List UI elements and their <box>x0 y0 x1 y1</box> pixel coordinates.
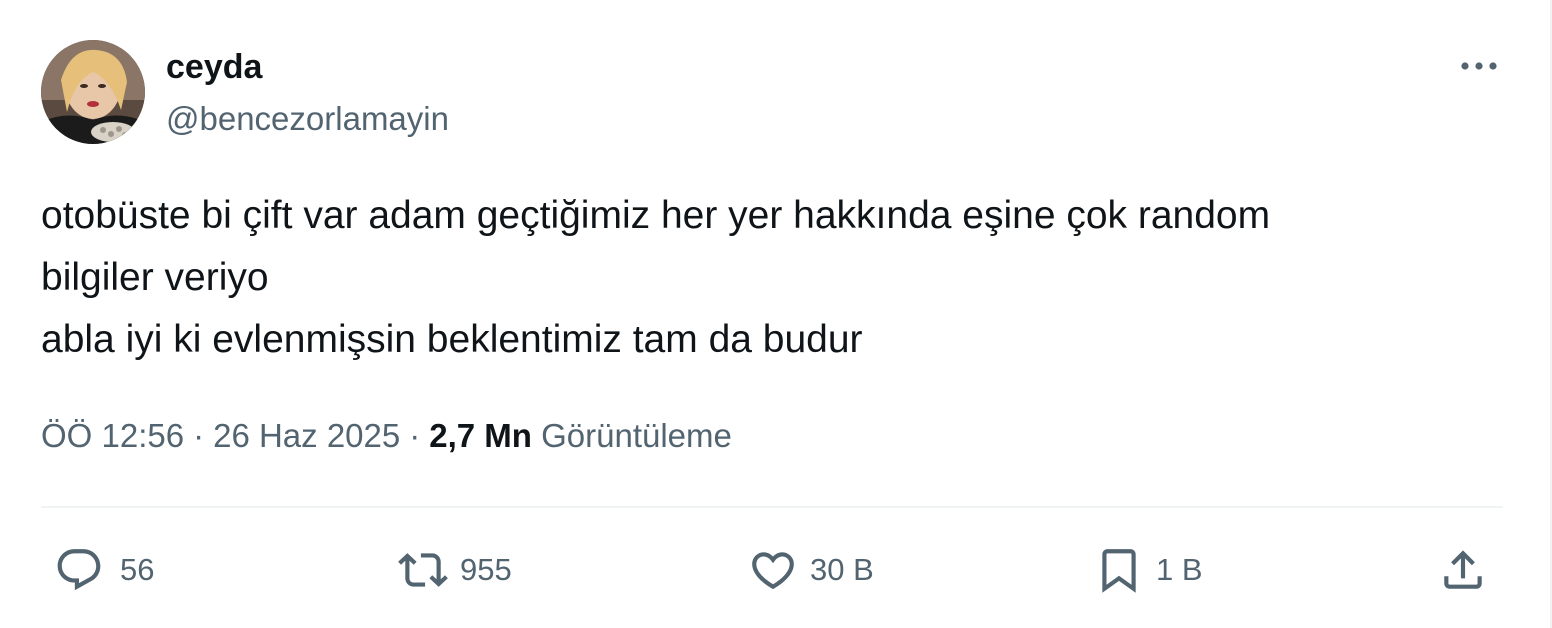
share-icon <box>1444 550 1482 589</box>
tweet-time[interactable]: ÖÖ 12:56 <box>41 417 184 454</box>
retweet-icon <box>398 553 448 587</box>
meta-separator: · <box>409 417 421 454</box>
bookmark-icon <box>1102 549 1136 593</box>
author-handle[interactable]: @bencezorlamayin <box>166 98 449 140</box>
tweet-text-line: bilgiler veriyo <box>41 256 269 299</box>
tweet-text: otobüste bi çift var adam geçtiğimiz her… <box>41 185 1501 371</box>
divider <box>41 506 1503 508</box>
meta-separator: · <box>193 417 205 454</box>
avatar-image <box>41 40 145 144</box>
like-count: 30 B <box>810 552 874 587</box>
bookmark-count: 1 B <box>1156 552 1203 587</box>
tweet-date[interactable]: 26 Haz 2025 <box>213 417 400 454</box>
bookmark-button[interactable]: 1 B <box>1092 542 1203 598</box>
reply-icon <box>57 549 101 591</box>
reply-button[interactable]: 56 <box>52 542 154 598</box>
author-display-name[interactable]: ceyda <box>166 46 262 88</box>
tweet-card: ceyda @bencezorlamayin otobüste bi çift … <box>0 0 1552 628</box>
more-options-button[interactable] <box>1454 48 1504 84</box>
retweet-count: 955 <box>460 552 512 587</box>
share-button[interactable] <box>1436 542 1490 598</box>
like-button[interactable]: 30 B <box>746 542 874 598</box>
tweet-text-line: abla iyi ki evlenmişsin beklentimiz tam … <box>41 318 863 361</box>
heart-icon <box>752 552 794 590</box>
views-count: 2,7 Mn <box>429 417 532 454</box>
tweet-meta: ÖÖ 12:56 · 26 Haz 2025 · 2,7 Mn Görüntüleme <box>41 414 732 458</box>
retweet-button[interactable]: 955 <box>396 542 512 598</box>
avatar[interactable] <box>41 40 145 144</box>
views-label: Görüntüleme <box>541 417 732 454</box>
reply-count: 56 <box>120 552 155 587</box>
more-icon <box>1461 62 1497 70</box>
tweet-text-line: otobüste bi çift var adam geçtiğimiz her… <box>41 194 1271 237</box>
